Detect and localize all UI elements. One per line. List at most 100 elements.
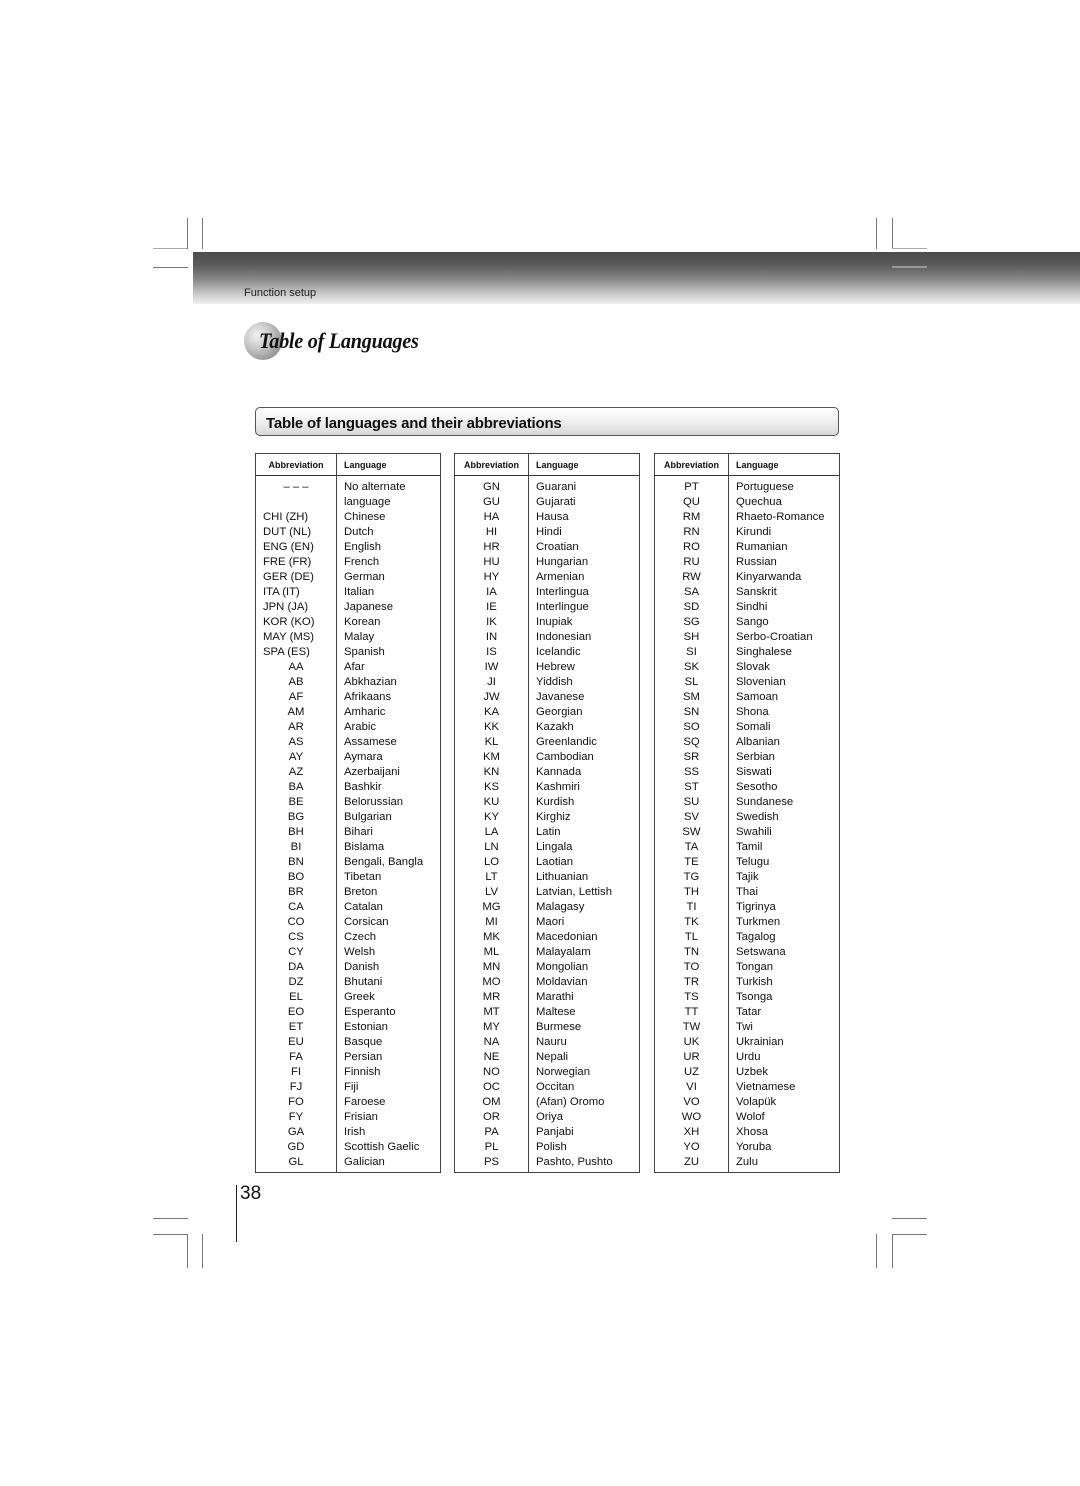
abbreviation-cell: CA	[255, 900, 337, 915]
language-cell: Sango	[736, 616, 769, 628]
language-cell: Nauru	[536, 1036, 567, 1048]
abbreviation-cell: KL	[454, 735, 529, 750]
table-row: BA Bashkir	[255, 780, 441, 795]
abbreviation-cell: KA	[454, 705, 529, 720]
abbreviation-cell: CHI (ZH)	[255, 510, 337, 525]
abbreviation-cell: NA	[454, 1035, 529, 1050]
table-row: IS Icelandic	[454, 645, 640, 660]
language-cell: German	[344, 571, 385, 583]
table-row: CHI (ZH) Chinese	[255, 510, 441, 525]
table-row: HY Armenian	[454, 570, 640, 585]
language-cell: Yoruba	[736, 1141, 772, 1153]
table-row: language	[255, 495, 441, 510]
column-header-abbreviation: Abbreviation	[255, 453, 337, 476]
crop-mark	[892, 1234, 893, 1268]
language-cell: Afar	[344, 661, 365, 673]
abbreviation-cell: PA	[454, 1125, 529, 1140]
language-cell: Hindi	[536, 526, 562, 538]
abbreviation-cell: KU	[454, 795, 529, 810]
table-row: TR Turkish	[654, 975, 840, 990]
language-cell: Thai	[736, 886, 758, 898]
language-cell: Portuguese	[736, 481, 794, 493]
table-row: HA Hausa	[454, 510, 640, 525]
table-row: TO Tongan	[654, 960, 840, 975]
table-row: SQ Albanian	[654, 735, 840, 750]
language-cell: Tamil	[736, 841, 763, 853]
table-row: TL Tagalog	[654, 930, 840, 945]
language-cell: Urdu	[736, 1051, 761, 1063]
table-row: SD Sindhi	[654, 600, 840, 615]
language-cell: French	[344, 556, 380, 568]
abbreviation-cell: MR	[454, 990, 529, 1005]
table-row: WO Wolof	[654, 1110, 840, 1125]
abbreviation-cell: GL	[255, 1155, 337, 1173]
crop-mark	[892, 218, 893, 249]
crop-mark	[892, 266, 927, 268]
language-cell: Arabic	[344, 721, 377, 733]
table-row: AM Amharic	[255, 705, 441, 720]
column-header-language: Language	[728, 453, 840, 476]
abbreviation-cell: TR	[654, 975, 729, 990]
table-row: MAY (MS) Malay	[255, 630, 441, 645]
table-header-row: Abbreviation Language	[654, 453, 840, 476]
abbreviation-cell: HR	[454, 540, 529, 555]
crop-mark	[153, 1234, 188, 1235]
language-cell: Spanish	[344, 646, 385, 658]
table-row: SK Slovak	[654, 660, 840, 675]
abbreviation-cell: PT	[654, 480, 729, 495]
table-row: MK Macedonian	[454, 930, 640, 945]
language-cell: Rumanian	[736, 541, 788, 553]
abbreviation-cell: TA	[654, 840, 729, 855]
table-row: DZ Bhutani	[255, 975, 441, 990]
abbreviation-cell: TH	[654, 885, 729, 900]
table-row: JW Javanese	[454, 690, 640, 705]
abbreviation-cell: SW	[654, 825, 729, 840]
table-row: KK Kazakh	[454, 720, 640, 735]
language-cell: Polish	[536, 1141, 567, 1153]
page-title-text: Table of Languages	[259, 328, 419, 353]
language-cell: Greenlandic	[536, 736, 597, 748]
language-cell: Xhosa	[736, 1126, 769, 1138]
language-cell: Corsican	[344, 916, 389, 928]
table-row: ITA (IT) Italian	[255, 585, 441, 600]
table-row: SU Sundanese	[654, 795, 840, 810]
table-row: RN Kirundi	[654, 525, 840, 540]
table-row: IK Inupiak	[454, 615, 640, 630]
table-row: HI Hindi	[454, 525, 640, 540]
language-cell: Kurdish	[536, 796, 575, 808]
language-cell: Sindhi	[736, 601, 768, 613]
language-cell: Twi	[736, 1021, 753, 1033]
abbreviation-cell: DUT (NL)	[255, 525, 337, 540]
language-cell: Shona	[736, 706, 769, 718]
table-row: TA Tamil	[654, 840, 840, 855]
crop-mark	[876, 218, 877, 249]
language-cell: Czech	[344, 931, 377, 943]
abbreviation-cell: TI	[654, 900, 729, 915]
language-cell: Zulu	[736, 1156, 758, 1168]
abbreviation-cell: NO	[454, 1065, 529, 1080]
abbreviation-cell: TO	[654, 960, 729, 975]
table-row: SO Somali	[654, 720, 840, 735]
abbreviation-cell: SN	[654, 705, 729, 720]
language-cell: Telugu	[736, 856, 770, 868]
table-row: PA Panjabi	[454, 1125, 640, 1140]
table-row: KM Cambodian	[454, 750, 640, 765]
abbreviation-cell: RW	[654, 570, 729, 585]
abbreviation-cell: BR	[255, 885, 337, 900]
crop-mark	[876, 1234, 877, 1268]
language-cell: language	[344, 496, 391, 508]
abbreviation-cell: OR	[454, 1110, 529, 1125]
abbreviation-cell: BI	[255, 840, 337, 855]
table-row: BE Belorussian	[255, 795, 441, 810]
table-row: SS Siswati	[654, 765, 840, 780]
abbreviation-cell: BA	[255, 780, 337, 795]
abbreviation-cell: JW	[454, 690, 529, 705]
language-cell: Amharic	[344, 706, 386, 718]
table-row: GA Irish	[255, 1125, 441, 1140]
language-cell: Russian	[736, 556, 777, 568]
table-row: PL Polish	[454, 1140, 640, 1155]
language-table-1: Abbreviation Language – – – No alternate lan…	[255, 453, 441, 1173]
table-row: SPA (ES) Spanish	[255, 645, 441, 660]
table-row: TI Tigrinya	[654, 900, 840, 915]
table-row: TH Thai	[654, 885, 840, 900]
